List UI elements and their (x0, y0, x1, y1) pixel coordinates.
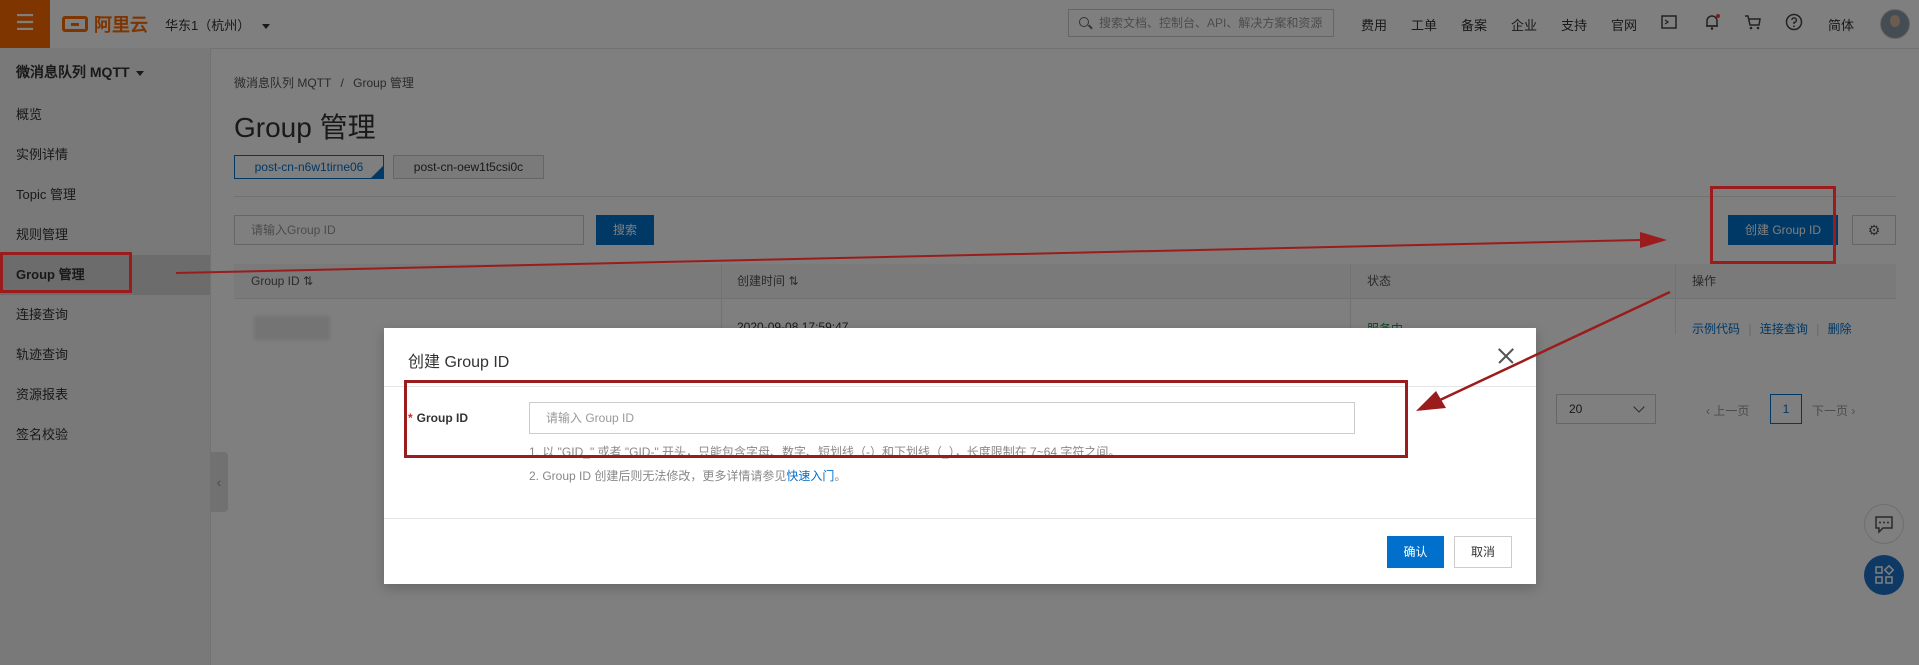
annotation-arrows (175, 232, 1671, 411)
annotation-arrow-line (1439, 290, 1671, 402)
annotation-arrow-head (1416, 391, 1446, 411)
annotation-arrow-head (1640, 232, 1667, 248)
annotation-arrow-line (175, 239, 1641, 274)
